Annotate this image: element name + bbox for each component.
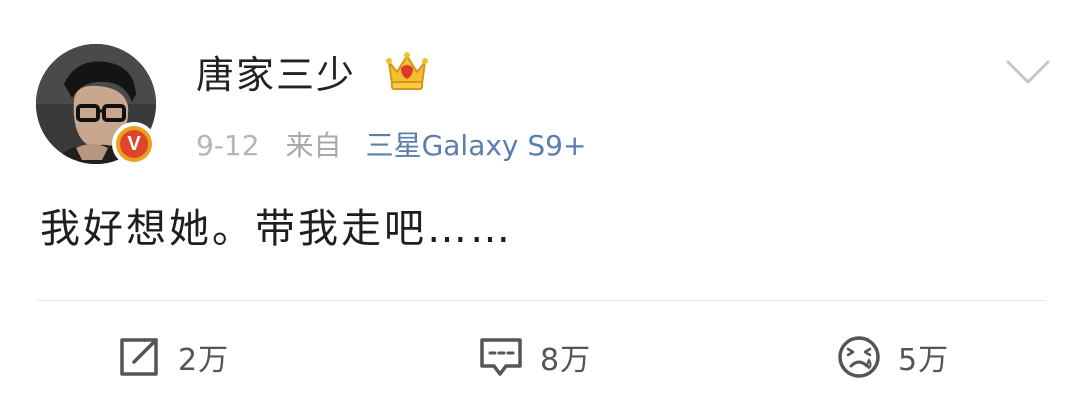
weibo-post-card: V 唐家三少 9-12 来自 三星Galaxy S9+ 我好想她。带我走吧…… 2万 (0, 0, 1080, 406)
verified-v-icon: V (120, 130, 148, 158)
like-button[interactable]: 5万 (836, 332, 949, 382)
device-source-link[interactable]: 三星Galaxy S9+ (366, 129, 587, 162)
source-prefix: 来自 (285, 129, 342, 162)
comment-icon (480, 338, 522, 376)
crown-icon[interactable] (384, 48, 430, 92)
action-bar: 2万 8万 5万 (0, 310, 1080, 400)
repost-icon (120, 338, 158, 376)
chevron-down-icon[interactable] (1004, 56, 1052, 88)
post-time: 9-12 (196, 129, 260, 162)
comment-count: 8万 (540, 343, 592, 378)
repost-button[interactable]: 2万 (116, 332, 229, 382)
post-meta: 9-12 来自 三星Galaxy S9+ (196, 128, 586, 164)
repost-count: 2万 (178, 343, 230, 378)
like-count: 5万 (898, 343, 950, 378)
comment-button[interactable]: 8万 (478, 332, 591, 382)
verified-badge-ring: V (116, 126, 152, 162)
username[interactable]: 唐家三少 (196, 52, 356, 98)
verified-badge: V (112, 122, 156, 166)
post-content: 我好想她。带我走吧…… (40, 206, 513, 252)
crying-face-icon (838, 336, 880, 378)
divider (36, 300, 1046, 301)
